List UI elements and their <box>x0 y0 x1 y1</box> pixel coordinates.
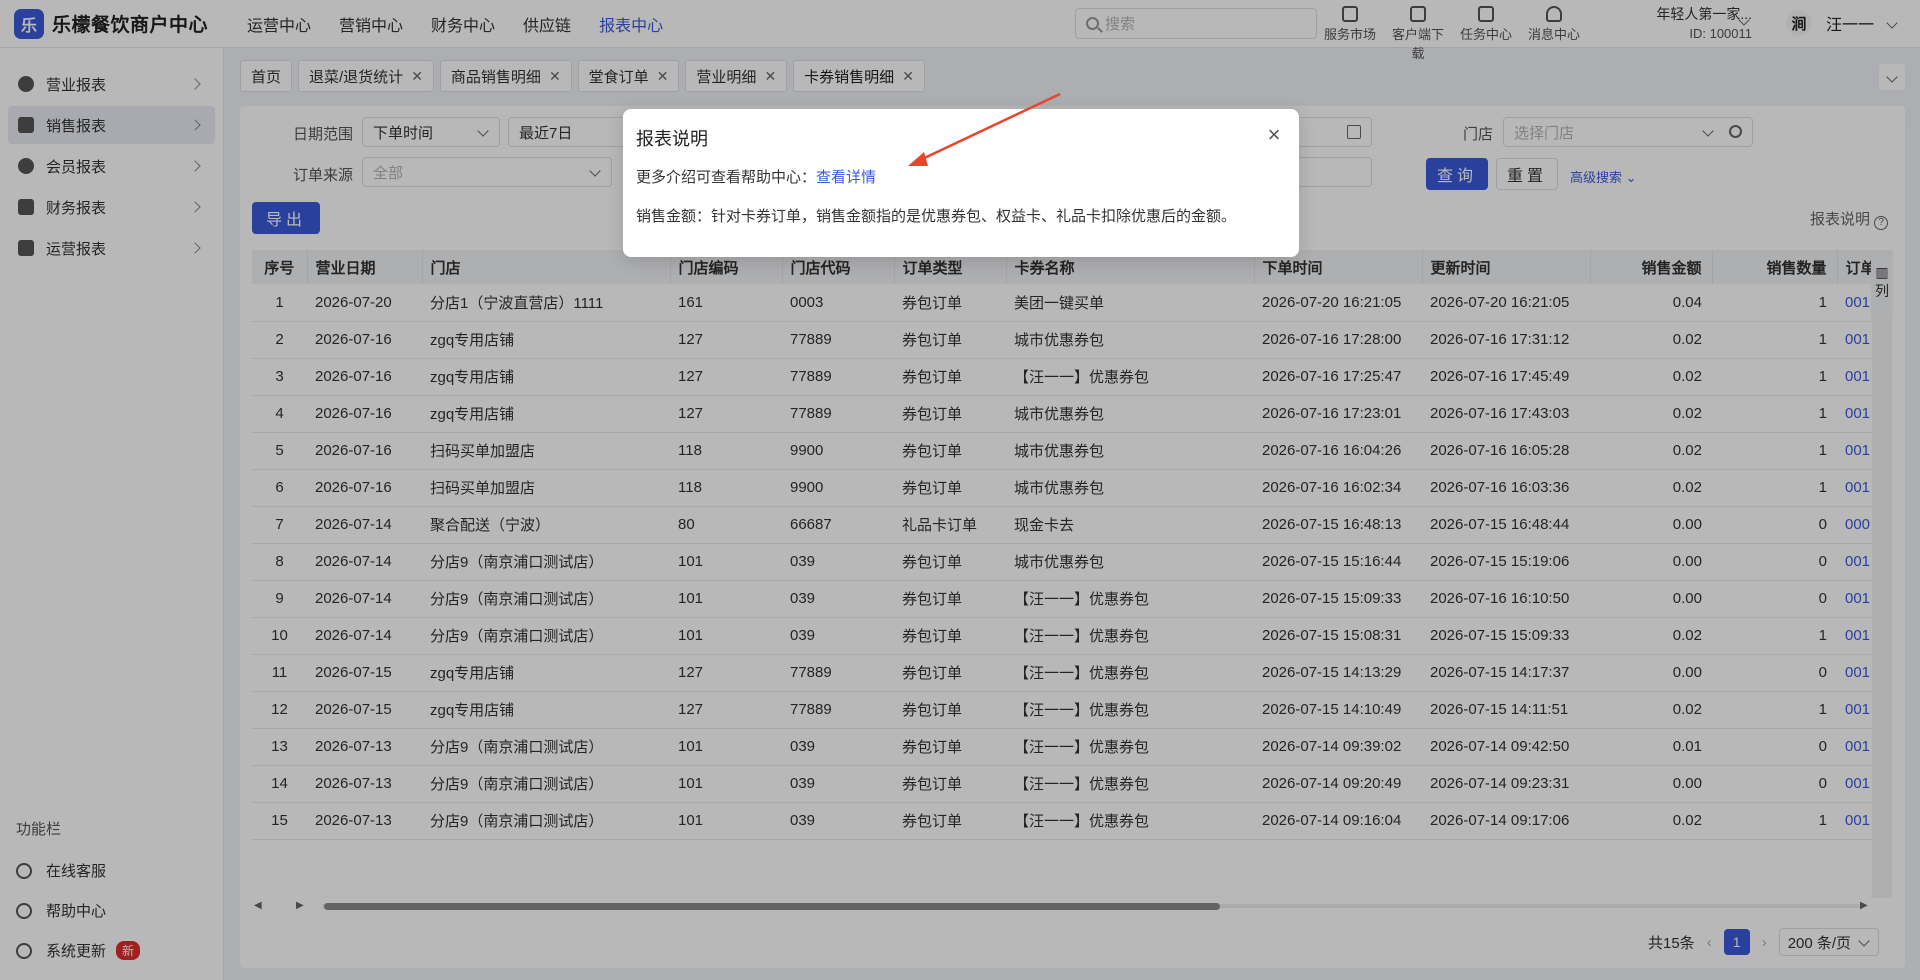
annotation-arrow-line <box>917 92 1061 163</box>
annotation-arrow <box>908 92 1061 166</box>
modal-help-line: 更多介绍可查看帮助中心：查看详情 <box>636 166 876 187</box>
modal-help-text: 更多介绍可查看帮助中心： <box>636 169 817 186</box>
close-icon[interactable]: × <box>1264 124 1284 146</box>
modal-sales-amount-note: 销售金额：针对卡券订单，销售金额指的是优惠券包、权益卡、礼品卡扣除优惠后的金额。 <box>636 208 1237 225</box>
view-details-link[interactable]: 查看详情 <box>816 169 876 186</box>
modal-title: 报表说明 <box>636 129 708 149</box>
annotation-arrow-head <box>908 152 928 166</box>
